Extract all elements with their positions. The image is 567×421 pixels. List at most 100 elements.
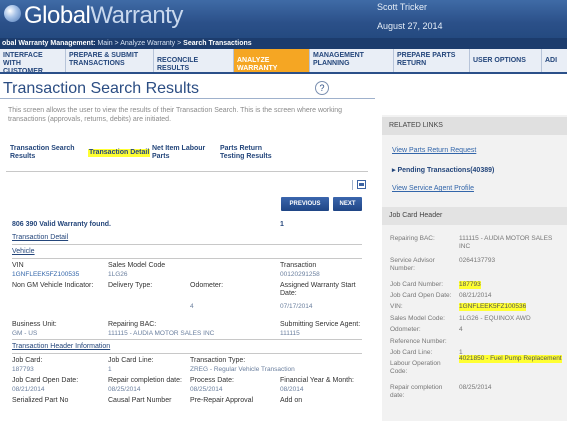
app-header: GlobalWarranty Scott Tricker August 27, … [0, 0, 567, 38]
subtab-transaction-detail[interactable]: Transaction Detail [88, 149, 151, 157]
subtab-transaction-search-results[interactable]: Transaction Search Results [10, 145, 80, 161]
tab-prepare-submit-transactions[interactable]: PREPARE & SUBMIT TRANSACTIONS [66, 49, 154, 72]
view-service-agent-profile-link[interactable]: View Service Agent Profile [392, 185, 474, 192]
section-divider [12, 339, 362, 340]
assigned-warranty-start-date-value: 07/17/2014 [280, 303, 313, 310]
transaction-label: Transaction [280, 262, 317, 269]
transaction-detail-panel: Transaction Detail Vehicle VIN 1GNFLEEK5… [0, 231, 378, 421]
tab-interface-with-customer[interactable]: INTERFACE WITH CUSTOMER [0, 49, 66, 72]
vin-label: VIN [12, 262, 24, 269]
assigned-warranty-start-date-label: Assigned Warranty Start Date: [280, 282, 356, 297]
toolbar-divider [352, 180, 353, 190]
repairing-bac-label: Repairing BAC: [108, 321, 157, 328]
transaction-type-label: Transaction Type: [190, 357, 246, 364]
financial-year-month-value: 08/2014 [280, 386, 304, 393]
tab-prepare-parts-return[interactable]: PREPARE PARTS RETURN [394, 49, 470, 72]
process-date-value: 08/25/2014 [190, 386, 223, 393]
subtabs: Transaction Search Results Transaction D… [6, 142, 368, 172]
job-card-row-value: 4 [459, 326, 463, 333]
next-button[interactable]: NEXT [333, 197, 362, 211]
previous-button[interactable]: PREVIOUS [281, 197, 329, 211]
job-card-row-value: 08/21/2014 [459, 292, 492, 299]
delivery-type-label: Delivery Type: [108, 282, 153, 289]
job-card-open-date-value: 08/21/2014 [12, 386, 45, 393]
section-divider [12, 244, 362, 245]
page-title: Transaction Search Results [3, 80, 199, 97]
job-card-line-value: 1 [108, 366, 112, 373]
serialized-part-label: Serialized Part No [12, 397, 69, 404]
job-card-line-label: Job Card Line: [108, 357, 154, 364]
transaction-type-value: ZREG - Regular Vehicle Transaction [190, 366, 295, 373]
job-card-row-label: Job Card Line: [390, 349, 433, 356]
section-divider [12, 353, 362, 354]
breadcrumb: obal Warranty Management: Main > Analyze… [0, 38, 567, 49]
pending-transactions-link[interactable]: ▸ Pending Transactions(40389) [392, 166, 494, 174]
odometer-value: 4 [190, 303, 194, 310]
tab-user-options[interactable]: USER OPTIONS [470, 49, 542, 72]
related-links-header: RELATED LINKS [382, 117, 567, 135]
subtab-net-item-labour-parts[interactable]: Net Item Labour Parts [152, 145, 216, 161]
transaction-value: 00120291258 [280, 271, 320, 278]
job-card-row-label: Sales Model Code: [390, 315, 445, 322]
financial-year-month-label: Financial Year & Month: [280, 377, 354, 384]
non-gm-vehicle-indicator-label: Non GM Vehicle Indicator: [12, 282, 94, 289]
job-card-open-date-label: Job Card Open Date: [12, 377, 79, 384]
breadcrumb-trail[interactable]: Main > Analyze Warranty > [97, 40, 181, 47]
job-card-header: Job Card Header [382, 207, 567, 225]
job-card-row-label: Repairing BAC: [390, 235, 435, 242]
tab-admin[interactable]: ADI [542, 49, 567, 72]
job-card-row-value: 187793 [459, 281, 481, 289]
business-unit-label: Business Unit: [12, 321, 57, 328]
job-card-row-value: 1LG26 - EQUINOX AWD [459, 315, 531, 322]
job-card-row-label: Reference Number: [390, 338, 447, 345]
job-card-row-label: Service Advisor Number: [390, 257, 435, 272]
job-card-row-value: 08/25/2014 [459, 384, 492, 391]
app-logo[interactable]: GlobalWarranty [24, 2, 183, 30]
subtab-parts-return-testing[interactable]: Parts Return Testing Results [220, 145, 280, 161]
print-icon[interactable] [357, 180, 366, 189]
odometer-label: Odometer: [190, 282, 224, 289]
title-divider [0, 98, 375, 99]
business-unit-value: GM - US [12, 330, 38, 337]
breadcrumb-root: obal Warranty Management: [2, 40, 96, 47]
sales-model-code-value: 1LG26 [108, 271, 128, 278]
record-index: 1 [280, 221, 284, 228]
main-nav: INTERFACE WITH CUSTOMER PREPARE & SUBMIT… [0, 49, 567, 74]
job-card-row-value: 111115 - AUDIA MOTOR SALES INC [459, 235, 553, 250]
breadcrumb-current: Search Transactions [183, 40, 252, 47]
section-vehicle: Vehicle [12, 248, 35, 255]
process-date-label: Process Date: [190, 377, 234, 384]
job-card-row-label: Labour Operation Code: [390, 360, 441, 375]
tab-management-planning[interactable]: MANAGEMENT PLANNING [310, 49, 394, 72]
repairing-bac-value: 111115 - AUDIA MOTOR SALES INC [108, 330, 215, 337]
add-on-label: Add on [280, 397, 303, 404]
pending-transactions-label: Pending Transactions(40389) [397, 167, 495, 174]
job-card-row-value: 0264137793 [459, 257, 496, 264]
repair-completion-date-label: Repair completion date: [108, 377, 182, 384]
job-card-value: 187793 [12, 366, 34, 373]
globe-logo-icon [4, 5, 21, 22]
user-name: Scott Tricker [377, 2, 428, 12]
submitting-service-agent-value: 111115 [280, 330, 300, 337]
intro-text: This screen allows the user to view the … [8, 107, 343, 123]
section-transaction-detail: Transaction Detail [12, 234, 69, 241]
vin-value[interactable]: 1GNFLEEK5FZ100535 [12, 271, 79, 279]
tab-reconcile-results[interactable]: RECONCILE RESULTS [154, 49, 234, 72]
job-card-row-value: 1GNFLEEK5FZ100536 [459, 303, 527, 311]
job-card-row-label: VIN: [390, 303, 403, 310]
job-card-row-label: Job Card Number: [390, 281, 444, 288]
view-parts-return-request-link[interactable]: View Parts Return Request [392, 147, 476, 154]
section-divider [12, 258, 362, 259]
tab-analyze-warranty[interactable]: ANALYZE WARRANTY [234, 49, 310, 72]
job-card-row-value: 4021850 - Fuel Pump Replacement [459, 355, 562, 363]
sales-model-code-label: Sales Model Code [108, 262, 166, 269]
job-card-row-label: Job Card Open Date: [390, 292, 452, 299]
repair-completion-date-value: 08/25/2014 [108, 386, 141, 393]
current-date: August 27, 2014 [377, 21, 443, 31]
job-card-row-label: Repair completion date: [390, 384, 443, 399]
section-transaction-header: Transaction Header Information [12, 343, 111, 350]
results-count: 806 390 Valid Warranty found. [12, 221, 111, 228]
help-icon[interactable]: ? [315, 81, 329, 95]
pre-repair-approval-label: Pre-Repair Approval [190, 397, 254, 404]
submitting-service-agent-label: Submitting Service Agent: [280, 321, 361, 328]
